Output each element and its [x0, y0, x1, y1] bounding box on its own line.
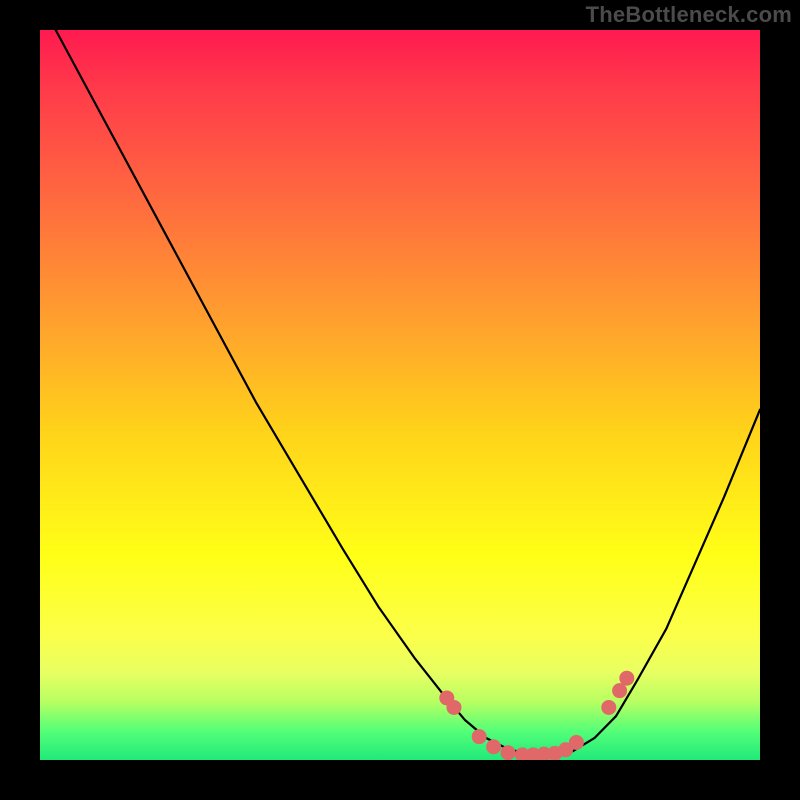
- plot-area: [40, 30, 760, 760]
- watermark-text: TheBottleneck.com: [586, 2, 792, 28]
- chart-svg: [40, 30, 760, 760]
- marker-dot: [602, 700, 616, 714]
- marker-dot: [447, 700, 461, 714]
- curve-path: [40, 30, 760, 755]
- marker-dot: [613, 684, 627, 698]
- marker-dots: [440, 671, 634, 760]
- chart-frame: TheBottleneck.com: [0, 0, 800, 800]
- marker-dot: [472, 730, 486, 744]
- marker-dot: [487, 740, 501, 754]
- marker-dot: [620, 671, 634, 685]
- marker-dot: [501, 746, 515, 760]
- marker-dot: [569, 735, 583, 749]
